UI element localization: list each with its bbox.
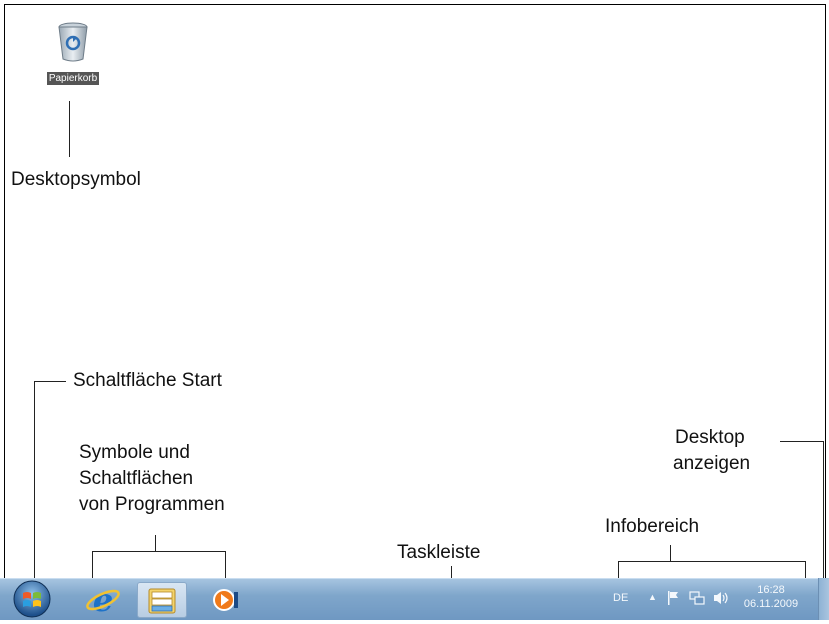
program-buttons-annotation-line2: Schaltflächen xyxy=(79,468,194,489)
taskbar: e DE ▲ 16:28 06.11.2009 xyxy=(0,578,829,620)
language-indicator[interactable]: DE xyxy=(613,592,628,604)
show-hidden-icons-arrow[interactable]: ▲ xyxy=(648,592,657,602)
recycle-bin-label: Papierkorb xyxy=(46,72,100,85)
clock-time: 16:28 xyxy=(757,584,785,596)
start-button[interactable] xyxy=(12,579,52,619)
start-leader-vertical xyxy=(34,381,35,587)
desktop-area: Papierkorb Desktopsymbol Schaltfläche St… xyxy=(4,4,826,618)
start-leader-horizontal xyxy=(34,381,66,382)
recycle-bin-desktop-icon[interactable]: Papierkorb xyxy=(43,21,103,91)
speaker-volume-icon[interactable] xyxy=(712,590,730,606)
program-bracket-top xyxy=(92,551,226,552)
internet-explorer-taskbar-button[interactable]: e xyxy=(80,581,126,619)
show-desktop-button[interactable] xyxy=(818,578,829,620)
desktop-symbol-annotation: Desktopsymbol xyxy=(11,169,141,190)
show-desktop-annotation-line1: Desktop xyxy=(675,427,745,448)
program-bracket-stem xyxy=(155,535,156,551)
windows-explorer-taskbar-button[interactable] xyxy=(137,582,187,618)
clock[interactable]: 16:28 06.11.2009 xyxy=(741,584,801,610)
show-desktop-leader-horizontal xyxy=(780,441,824,442)
info-area-annotation: Infobereich xyxy=(605,516,700,537)
network-icon[interactable] xyxy=(689,590,705,606)
folder-library-icon xyxy=(148,588,176,614)
program-buttons-annotation-line3: von Programmen xyxy=(79,494,225,515)
media-player-taskbar-button[interactable] xyxy=(204,582,244,618)
show-desktop-leader-vertical xyxy=(823,441,824,585)
show-desktop-annotation-line2: anzeigen xyxy=(673,453,751,474)
program-buttons-annotation-line1: Symbole und xyxy=(79,442,190,463)
windows-orb-icon xyxy=(13,580,51,618)
recycle-bin-icon xyxy=(58,22,88,62)
info-bracket-top xyxy=(618,561,806,562)
desktop-symbol-leader-line xyxy=(69,101,70,157)
info-bracket-stem xyxy=(670,545,671,561)
svg-text:e: e xyxy=(93,582,113,618)
action-center-flag-icon[interactable] xyxy=(667,590,681,606)
start-button-annotation: Schaltfläche Start xyxy=(73,370,222,391)
taskbar-annotation: Taskleiste xyxy=(397,542,481,563)
internet-explorer-icon: e xyxy=(86,581,120,619)
clock-date: 06.11.2009 xyxy=(743,598,799,610)
media-player-icon xyxy=(213,589,238,611)
